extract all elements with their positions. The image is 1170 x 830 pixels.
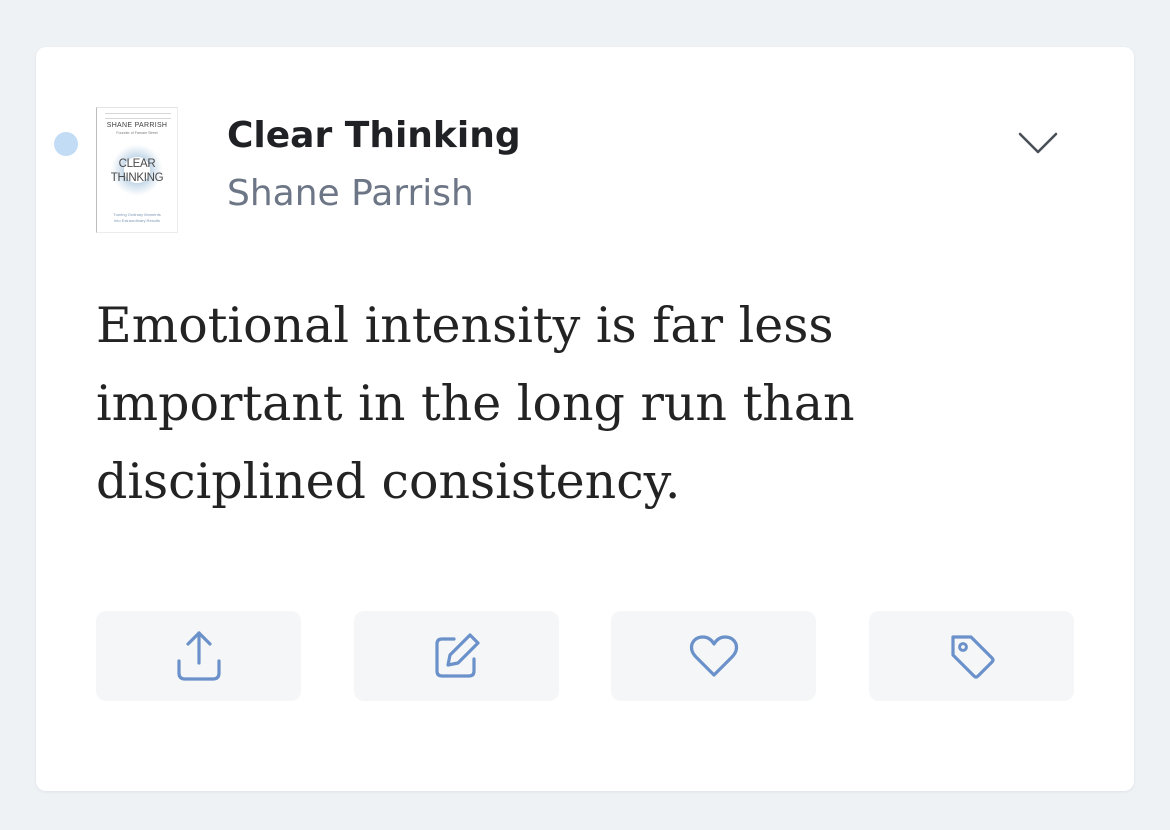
cover-title-line2: THINKING — [110, 172, 164, 184]
cover-subauthor: Founder of Farnam Street — [116, 131, 158, 135]
edit-button[interactable] — [354, 611, 559, 701]
unread-indicator — [54, 132, 78, 156]
edit-icon — [432, 631, 482, 681]
heart-icon — [688, 633, 740, 679]
like-button[interactable] — [611, 611, 816, 701]
cover-tagline: Turning Ordinary Moments into Extraordin… — [97, 212, 177, 224]
cover-author: SHANE PARRISH — [106, 122, 168, 129]
share-button[interactable] — [96, 611, 301, 701]
book-cover[interactable]: SHANE PARRISH Founder of Farnam Street C… — [96, 107, 178, 233]
cover-tagline-line2: into Extraordinary Results — [114, 218, 160, 223]
share-icon — [175, 629, 223, 683]
book-author[interactable]: Shane Parrish — [227, 171, 474, 217]
cover-title-line1: CLEAR — [118, 158, 156, 170]
tag-button[interactable] — [869, 611, 1074, 701]
chevron-down-icon[interactable] — [1014, 122, 1062, 162]
highlight-card: SHANE PARRISH Founder of Farnam Street C… — [36, 47, 1134, 791]
action-bar — [96, 611, 1074, 701]
cover-blurb — [105, 113, 171, 119]
cover-title: CLEAR THINKING — [97, 157, 177, 185]
highlight-text[interactable]: Emotional intensity is far less importan… — [96, 287, 996, 521]
book-title[interactable]: Clear Thinking — [227, 113, 521, 159]
tag-icon — [947, 631, 997, 681]
